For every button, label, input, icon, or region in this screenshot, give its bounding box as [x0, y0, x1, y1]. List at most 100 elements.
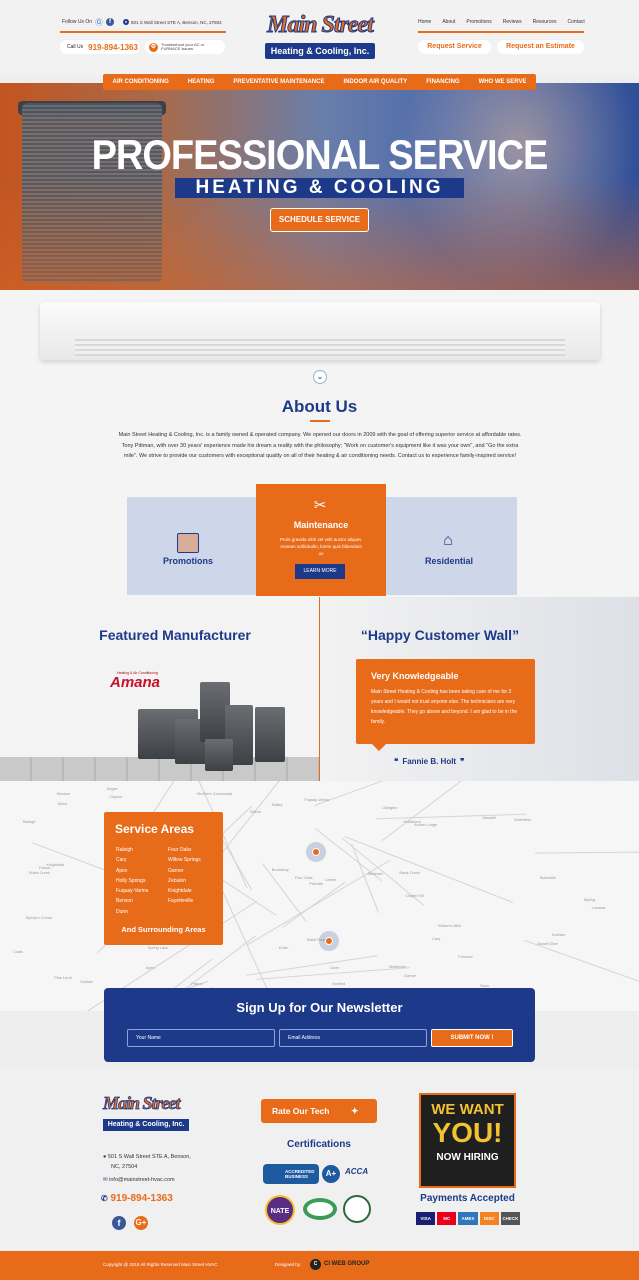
- nav-promotions[interactable]: Promotions: [466, 19, 491, 25]
- discover-icon: DISC: [479, 1212, 499, 1225]
- social-follow: Follow Us On G f: [62, 18, 115, 26]
- copyright-text: Copyright @ 2018 All Rights Reserved Mai…: [103, 1262, 218, 1267]
- logo-subtitle: Heating & Cooling, Inc.: [265, 43, 375, 59]
- map-label: Pine Level: [54, 976, 73, 981]
- acca-logo: ACCA: [345, 1167, 369, 1176]
- map-label: Apex: [145, 965, 155, 970]
- scroll-down-icon[interactable]: ⌄: [313, 370, 327, 384]
- map-label: Dunn: [330, 965, 340, 970]
- area-item: Knightdale: [168, 888, 192, 895]
- area-item: Apex: [116, 867, 128, 874]
- area-item: Willow Springs: [168, 857, 201, 864]
- map-label: Erwin: [278, 945, 289, 950]
- map-label: Selma: [250, 810, 261, 815]
- footer-phone[interactable]: ✆ 919-894-1363: [101, 1193, 221, 1204]
- footer-address-line2: NC, 27504: [111, 1164, 138, 1170]
- footer-phone-text: 919-894-1363: [110, 1193, 173, 1204]
- newsletter-name-input[interactable]: [127, 1029, 275, 1047]
- header-divider-right: [418, 31, 584, 33]
- maintenance-card[interactable]: ✂ Maintenance Proin gravida nibh vel vel…: [256, 484, 386, 596]
- map-pin-raleigh[interactable]: [312, 848, 320, 856]
- map-road: [381, 781, 495, 841]
- map-label: Stedman: [367, 872, 383, 876]
- hiring-line2: YOU!: [432, 1117, 503, 1148]
- footer-email[interactable]: ✉ info@mainstreet-hvac.com: [103, 1177, 223, 1183]
- testimonial-author-name: Fannie B. Holt: [402, 757, 457, 766]
- tools-icon: ✂: [313, 497, 327, 514]
- map-pin-benson[interactable]: [325, 937, 333, 945]
- maintenance-title: Maintenance: [293, 520, 349, 530]
- designer-name[interactable]: CI WEB GROUP: [324, 1261, 369, 1267]
- map-label: Falcon: [191, 982, 203, 987]
- nav-air-conditioning[interactable]: AIR CONDITIONING: [112, 79, 168, 85]
- map-label: Rolesville: [539, 876, 556, 881]
- residential-card[interactable]: ⌂ Residential: [386, 497, 517, 595]
- hero-subtitle: HEATING & COOLING: [175, 178, 464, 198]
- nav-contact[interactable]: Contact: [568, 19, 585, 25]
- nav-reviews[interactable]: Reviews: [503, 19, 522, 25]
- map-label: Archer Lodge: [414, 823, 437, 828]
- map-label: Smithfield: [513, 818, 531, 823]
- learn-more-button[interactable]: LEARN MORE: [295, 564, 345, 579]
- product-unit-5: [255, 707, 285, 762]
- nav-resources[interactable]: Resources: [533, 19, 557, 25]
- request-estimate-button[interactable]: Request an Estimate: [497, 40, 584, 54]
- map-label: Kipling: [583, 897, 596, 902]
- about-underline: [310, 420, 330, 422]
- area-item: Cary: [116, 857, 127, 864]
- epa-seal-icon: [343, 1195, 371, 1223]
- map-label: Garner: [404, 973, 417, 978]
- nav-indoor-air-quality[interactable]: INDOOR AIR QUALITY: [343, 79, 407, 85]
- newsletter-title: Sign Up for Our Newsletter: [236, 1000, 403, 1015]
- nav-financing[interactable]: FINANCING: [426, 79, 459, 85]
- service-map[interactable]: Raleigh Cary Garner Apex Clayton Benson Dunn Sm…: [0, 781, 639, 1011]
- map-label: Middlesex: [389, 965, 407, 970]
- logo-title: Main Street: [267, 12, 375, 39]
- rate-tech-label: Rate Our Tech: [272, 1106, 330, 1116]
- newsletter-submit-button[interactable]: SUBMIT NOW !: [431, 1029, 513, 1047]
- google-icon[interactable]: G: [95, 18, 104, 26]
- nav-preventative-maintenance[interactable]: PREVENTATIVE MAINTENANCE: [233, 79, 324, 85]
- footer-address-line1: 501 S Wall Street STE A, Benson,: [107, 1154, 191, 1160]
- certifications-title: Certifications: [287, 1139, 351, 1150]
- nav-heating[interactable]: HEATING: [188, 79, 215, 85]
- troubleshoot-button[interactable]: ⚙ Troubleshoot your AC or FURNACE Issues: [145, 40, 225, 54]
- maintenance-text: Proin gravida nibh vel velit auctor aliq…: [279, 537, 363, 556]
- schedule-service-button[interactable]: SCHEDULE SERVICE: [270, 208, 369, 232]
- promotions-label: Promotions: [162, 556, 213, 566]
- footer-logo-subtitle: Heating & Cooling, Inc.: [103, 1119, 189, 1131]
- nav-home[interactable]: Home: [418, 19, 431, 25]
- amex-icon: AMEX: [458, 1212, 478, 1225]
- top-nav: Home About Promotions Reviews Resources …: [418, 19, 585, 25]
- request-service-button[interactable]: Request Service: [418, 40, 491, 54]
- map-road: [376, 813, 526, 820]
- site-logo[interactable]: Main Street Heating & Cooling, Inc.: [265, 12, 375, 64]
- rate-our-tech-button[interactable]: Rate Our Tech ✦: [261, 1099, 377, 1123]
- nate-logo: NATE: [265, 1195, 295, 1225]
- map-label: Fremont: [458, 955, 473, 960]
- hero-title: PROFESSIONAL SERVICE: [91, 132, 549, 180]
- location-icon: ●: [103, 1154, 107, 1160]
- nav-about[interactable]: About: [442, 19, 455, 25]
- nav-who-we-serve[interactable]: WHO WE SERVE: [479, 79, 527, 85]
- service-areas-col1: Raleigh Cary Apex Holly Springs Fuquay-V…: [116, 845, 164, 917]
- payment-icons: VISA MC AMEX DISC CHECK: [416, 1212, 521, 1225]
- map-label: McGee's Crossroads: [196, 791, 233, 796]
- call-us-button[interactable]: Call Us 919-894-1363: [60, 40, 140, 54]
- facebook-icon[interactable]: f: [106, 18, 115, 26]
- footer-logo[interactable]: Main Street Heating & Cooling, Inc.: [103, 1093, 189, 1135]
- map-label: Cary: [432, 937, 441, 941]
- newsletter-email-input[interactable]: [279, 1029, 427, 1047]
- area-item: Zebulon: [168, 877, 187, 884]
- promotions-card[interactable]: Promotions: [127, 497, 256, 595]
- now-hiring-banner[interactable]: WE WANT YOU! NOW HIRING: [419, 1093, 516, 1188]
- map-label: Spring Lake: [147, 946, 168, 951]
- testimonial-author: ❝ Fannie B. Holt ❞: [394, 757, 484, 766]
- facebook-icon[interactable]: f: [112, 1216, 126, 1230]
- map-label: Mount Olive: [537, 942, 558, 947]
- google-plus-icon[interactable]: G+: [134, 1216, 148, 1230]
- star-icon: ✦: [351, 1106, 359, 1116]
- footer: [0, 1070, 639, 1250]
- testimonial-card: Very Knowledgeable Main Street Heating &…: [356, 659, 535, 751]
- troubleshoot-text: Troubleshoot your AC or FURNACE Issues: [161, 41, 205, 51]
